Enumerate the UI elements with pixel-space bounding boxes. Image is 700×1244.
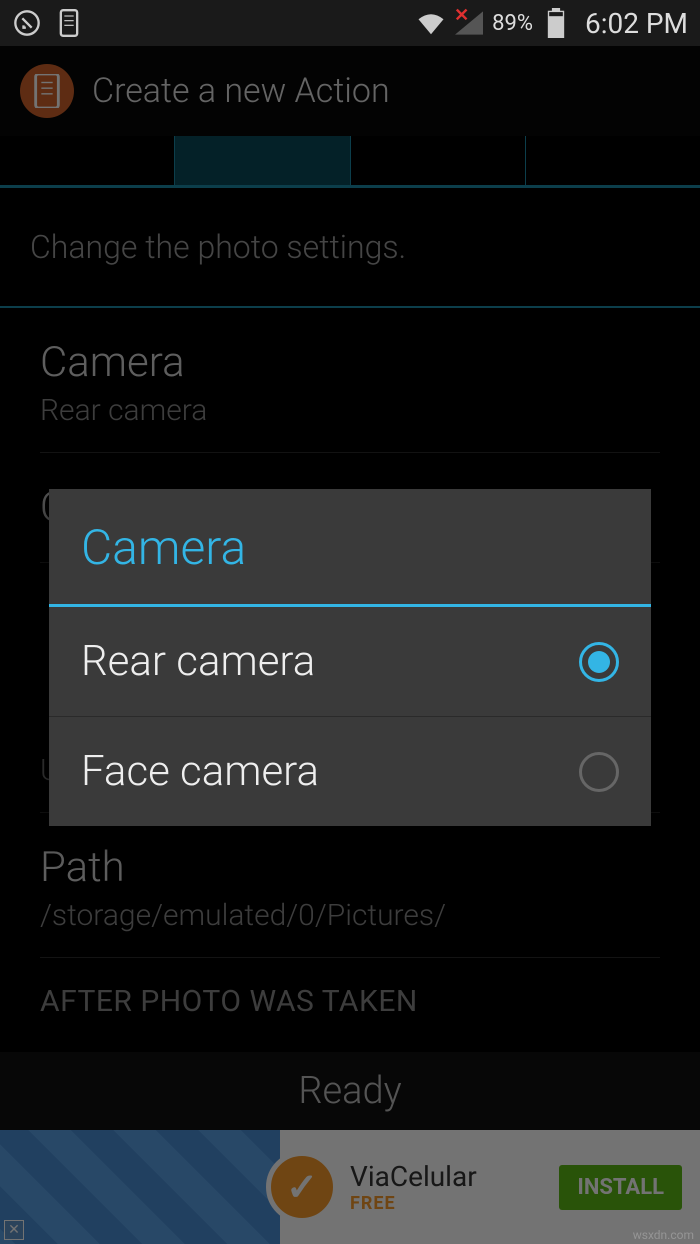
- tab-4[interactable]: [526, 136, 700, 185]
- section-subtitle: Change the photo settings.: [0, 188, 700, 306]
- ad-brand: ViaCelular: [350, 1160, 477, 1193]
- device-notification-icon: [54, 8, 84, 38]
- setting-camera[interactable]: Camera Rear camera: [40, 308, 660, 453]
- ad-check-icon: ✓: [266, 1151, 338, 1223]
- wifi-icon: [416, 8, 446, 38]
- app-notification-icon: [12, 8, 42, 38]
- ready-bar[interactable]: Ready: [0, 1052, 700, 1130]
- status-left: [12, 8, 84, 38]
- ad-close-icon[interactable]: ✕: [4, 1220, 24, 1240]
- setting-label: Path: [40, 843, 660, 892]
- ad-text: ViaCelular FREE: [350, 1160, 477, 1214]
- section-header: AFTER PHOTO WAS TAKEN: [40, 958, 660, 1027]
- battery-percent: 89%: [492, 11, 533, 36]
- ad-image: [0, 1130, 280, 1244]
- tab-2[interactable]: [175, 136, 350, 185]
- setting-value: Rear camera: [40, 393, 660, 428]
- status-bar: ✕ 89% 6:02 PM: [0, 0, 700, 46]
- app-header-icon: [20, 64, 74, 118]
- signal-icon: ✕: [454, 8, 484, 38]
- dialog-option-rear[interactable]: Rear camera: [49, 607, 651, 717]
- dialog-option-label: Rear camera: [81, 637, 315, 686]
- setting-path[interactable]: Path /storage/emulated/0/Pictures/: [40, 813, 660, 958]
- radio-button[interactable]: [579, 752, 619, 792]
- setting-value: /storage/emulated/0/Pictures/: [40, 898, 660, 933]
- status-clock: 6:02 PM: [585, 7, 688, 40]
- tab-bar: [0, 136, 700, 188]
- app-header: Create a new Action: [0, 46, 700, 136]
- camera-dialog: Camera Rear camera Face camera: [49, 489, 651, 826]
- setting-label: Camera: [40, 338, 660, 387]
- dialog-option-face[interactable]: Face camera: [49, 717, 651, 826]
- ad-free: FREE: [350, 1193, 477, 1214]
- status-right: ✕ 89% 6:02 PM: [416, 7, 688, 40]
- ad-install-button[interactable]: INSTALL: [559, 1165, 682, 1210]
- radio-button[interactable]: [579, 642, 619, 682]
- dialog-title: Camera: [49, 489, 651, 607]
- tab-3[interactable]: [351, 136, 526, 185]
- ready-label: Ready: [298, 1069, 401, 1113]
- ad-banner[interactable]: ✕ ✓ ViaCelular FREE INSTALL: [0, 1130, 700, 1244]
- tab-1[interactable]: [0, 136, 175, 185]
- battery-icon: [541, 8, 571, 38]
- watermark: wsxdn.com: [633, 1228, 694, 1242]
- dialog-option-label: Face camera: [81, 747, 319, 796]
- page-title: Create a new Action: [92, 71, 390, 111]
